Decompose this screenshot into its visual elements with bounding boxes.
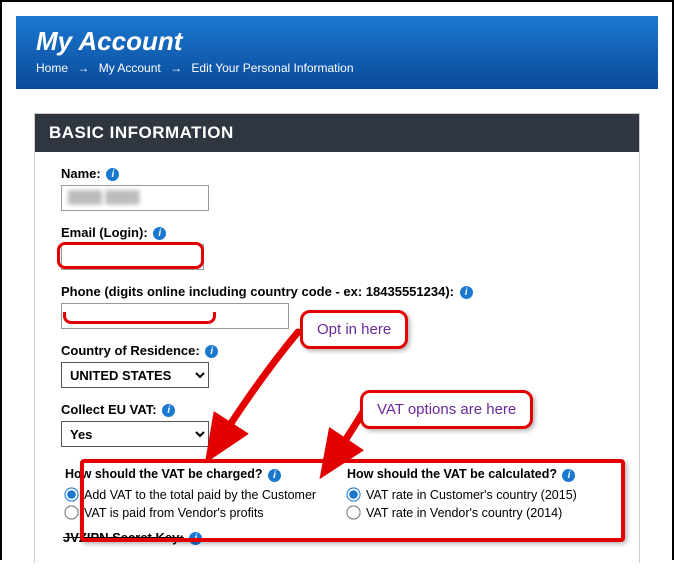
field-country: Country of Residence: i UNITED STATES xyxy=(61,343,613,388)
phone-label: Phone (digits online including country c… xyxy=(61,284,613,299)
page-header: My Account Home → My Account → Edit Your… xyxy=(16,16,658,89)
redaction-phone xyxy=(63,312,216,324)
field-email: Email (Login): i xyxy=(61,225,613,270)
info-icon[interactable]: i xyxy=(162,404,175,417)
arrow-opt-in-icon xyxy=(212,330,312,448)
breadcrumb-home[interactable]: Home xyxy=(36,61,68,75)
info-icon[interactable]: i xyxy=(460,286,473,299)
radio-vendor-profits[interactable] xyxy=(64,505,78,519)
radio-add-vat[interactable] xyxy=(64,487,78,501)
annotation-vat-options: VAT options are here xyxy=(360,390,533,429)
annotation-big-box xyxy=(80,459,625,542)
name-label: Name: i xyxy=(61,166,613,181)
section-title: BASIC INFORMATION xyxy=(35,114,639,152)
redacted-text: ████ ████ xyxy=(68,190,139,204)
field-name: Name: i ████ ████ xyxy=(61,166,613,211)
breadcrumb-sep-icon: → xyxy=(77,61,89,75)
annotation-opt-in: Opt in here xyxy=(300,310,408,349)
email-label: Email (Login): i xyxy=(61,225,613,240)
breadcrumb: Home → My Account → Edit Your Personal I… xyxy=(36,61,638,75)
info-icon[interactable]: i xyxy=(106,168,119,181)
redaction-email xyxy=(57,242,204,269)
name-input[interactable]: ████ ████ xyxy=(61,185,209,211)
breadcrumb-edit-info[interactable]: Edit Your Personal Information xyxy=(191,61,353,75)
breadcrumb-my-account[interactable]: My Account xyxy=(99,61,161,75)
breadcrumb-sep-icon: → xyxy=(170,61,182,75)
info-icon[interactable]: i xyxy=(153,227,166,240)
country-select[interactable]: UNITED STATES xyxy=(61,362,209,388)
collect-vat-select[interactable]: Yes xyxy=(61,421,209,447)
page-title: My Account xyxy=(36,26,638,57)
